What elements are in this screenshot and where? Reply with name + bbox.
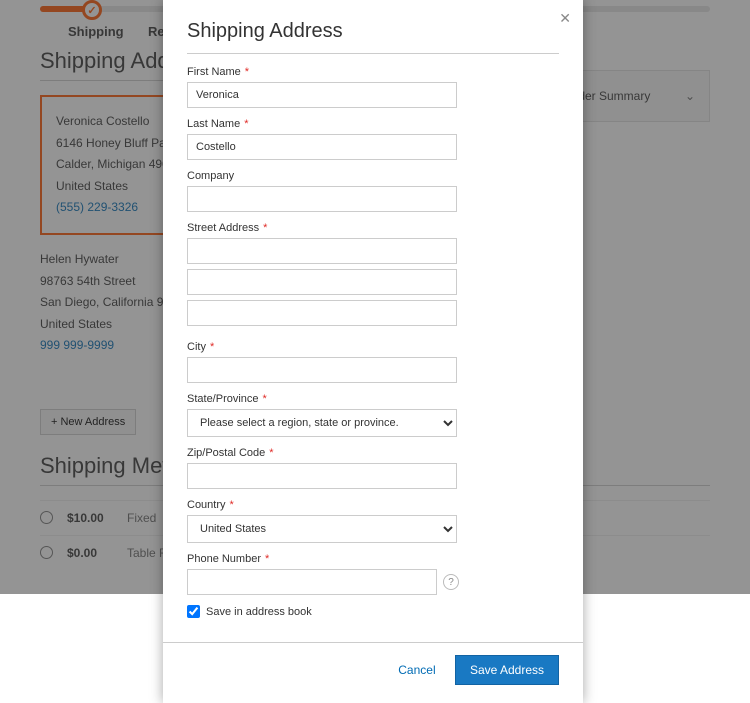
- zip-input[interactable]: [187, 463, 457, 489]
- company-label: Company: [187, 170, 559, 182]
- save-address-label: Save in address book: [206, 606, 312, 618]
- first-name-input[interactable]: [187, 82, 457, 108]
- company-input[interactable]: [187, 186, 457, 212]
- modal-title: Shipping Address: [187, 20, 559, 54]
- help-icon[interactable]: ?: [443, 574, 459, 590]
- save-address-button[interactable]: Save Address: [455, 655, 559, 685]
- last-name-input[interactable]: [187, 134, 457, 160]
- phone-input[interactable]: [187, 569, 437, 595]
- street-3-input[interactable]: [187, 300, 457, 326]
- city-label: City*: [187, 341, 559, 353]
- country-label: Country*: [187, 499, 559, 511]
- street-label: Street Address*: [187, 222, 559, 234]
- first-name-label: First Name*: [187, 66, 559, 78]
- city-input[interactable]: [187, 357, 457, 383]
- modal-footer: Cancel Save Address: [163, 642, 583, 703]
- phone-label: Phone Number*: [187, 553, 559, 565]
- state-select[interactable]: Please select a region, state or provinc…: [187, 409, 457, 437]
- shipping-address-modal: ✕ Shipping Address First Name* Last Name…: [163, 0, 583, 703]
- street-2-input[interactable]: [187, 269, 457, 295]
- zip-label: Zip/Postal Code*: [187, 447, 559, 459]
- last-name-label: Last Name*: [187, 118, 559, 130]
- country-select[interactable]: United States: [187, 515, 457, 543]
- close-icon[interactable]: ✕: [559, 10, 571, 27]
- state-label: State/Province*: [187, 393, 559, 405]
- save-address-checkbox[interactable]: [187, 605, 200, 618]
- cancel-button[interactable]: Cancel: [398, 663, 435, 677]
- street-1-input[interactable]: [187, 238, 457, 264]
